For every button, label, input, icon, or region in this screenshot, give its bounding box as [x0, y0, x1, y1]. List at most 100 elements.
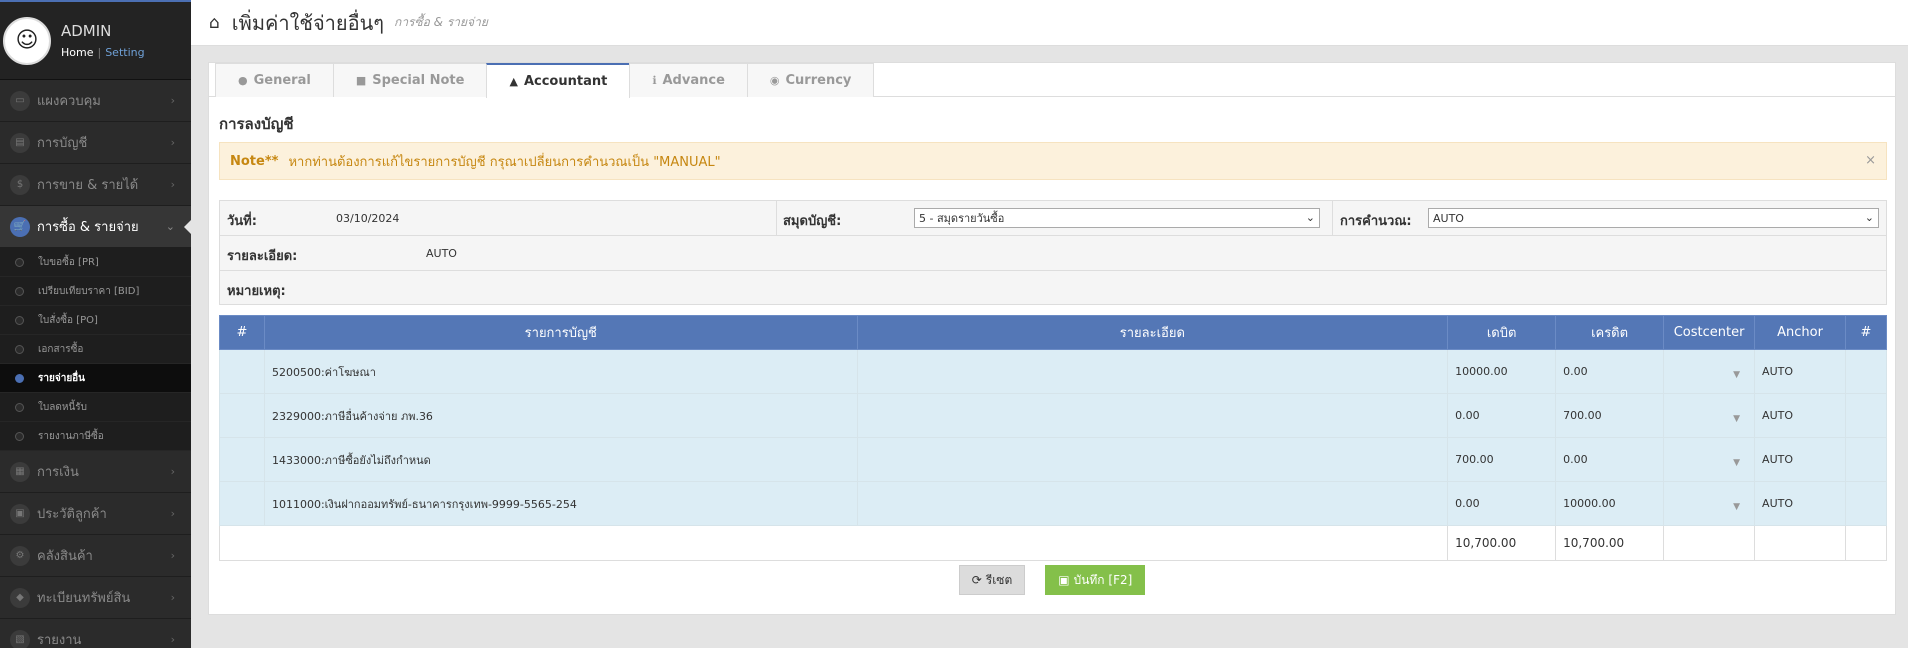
close-icon[interactable]: ×: [1865, 153, 1876, 168]
cell-detail[interactable]: [856, 393, 1449, 438]
form-actions: ⟳ รีเซต ▣ บันทึก [F2]: [209, 565, 1895, 595]
submenu-item-other-expense[interactable]: รายจ่ายอื่น: [0, 364, 191, 393]
calendar-icon: ▦: [10, 461, 30, 482]
calc-label: การคำนวณ:: [1340, 214, 1412, 229]
tab-general[interactable]: ● General: [215, 63, 334, 97]
col-header-account: รายการบัญชี: [263, 315, 858, 350]
submenu-item-pr[interactable]: ใบขอซื้อ [PR]: [0, 248, 191, 277]
cell-costcenter[interactable]: ▼: [1663, 393, 1756, 438]
total-credit: 10,700.00: [1555, 525, 1665, 561]
submenu-item-credit-note[interactable]: ใบลดหนี้รับ: [0, 393, 191, 422]
bullet-icon: [15, 258, 24, 267]
cell-credit[interactable]: 0.00: [1555, 437, 1665, 482]
sidebar-item-customer-history[interactable]: ▣ ประวัติลูกค้า ›: [0, 493, 191, 535]
cell-anchor: AUTO: [1754, 393, 1846, 438]
cell-credit[interactable]: 10000.00: [1555, 481, 1665, 526]
table-row: 1011000:เงินฝากออมทรัพย์-ธนาคารกรุงเทพ-9…: [219, 481, 1887, 526]
tab-accountant[interactable]: ▲ Accountant: [486, 63, 631, 98]
calc-select[interactable]: AUTO ⌄: [1428, 208, 1879, 228]
alert-label: Note**: [230, 153, 279, 169]
avatar[interactable]: ☺: [3, 16, 51, 65]
chevron-right-icon: ›: [170, 591, 175, 604]
tab-label: General: [253, 73, 311, 88]
remark-label: หมายเหตุ:: [227, 284, 286, 299]
monitor-icon: ▭: [10, 90, 30, 111]
tab-label: Special Note: [372, 73, 465, 88]
profile-block: ☺ ADMIN Home | Setting: [0, 2, 191, 80]
home-link[interactable]: Home: [61, 46, 93, 59]
tab-special-note[interactable]: ■ Special Note: [332, 63, 488, 97]
col-header-debit: เดบิต: [1447, 315, 1557, 350]
col-header-credit: เครดิต: [1555, 315, 1665, 350]
home-icon[interactable]: ⌂: [209, 13, 220, 33]
submenu-item-bid[interactable]: เปรียบเทียบราคา [BID]: [0, 277, 191, 306]
sidebar-item-dashboard[interactable]: ▭ แผงควบคุม ›: [0, 80, 191, 122]
tab-advance[interactable]: ℹ Advance: [629, 63, 748, 97]
cell-action: [1845, 481, 1887, 526]
cell-debit[interactable]: 10000.00: [1447, 349, 1557, 394]
sidebar-item-sales[interactable]: $ การขาย & รายได้ ›: [0, 164, 191, 206]
graduation-cap-icon: ▲: [509, 75, 518, 88]
sidebar-item-accounting[interactable]: ▤ การบัญชี ›: [0, 122, 191, 164]
save-button-label: บันทึก [F2]: [1073, 572, 1133, 587]
reset-button[interactable]: ⟳ รีเซต: [958, 565, 1026, 595]
submenu-item-label: รายงานภาษีซื้อ: [38, 430, 104, 442]
detail-field[interactable]: AUTO: [426, 247, 457, 260]
profile-info: ADMIN Home | Setting: [61, 22, 145, 59]
cell-credit[interactable]: 700.00: [1555, 393, 1665, 438]
total-spacer: [218, 525, 1449, 561]
alert-text: หากท่านต้องการแก้ไขรายการบัญชี กรุณาเปลี…: [288, 154, 721, 170]
sidebar-item-finance[interactable]: ▦ การเงิน ›: [0, 451, 191, 493]
sidebar-item-label: รายงาน: [37, 633, 82, 648]
info-icon: ℹ: [652, 74, 657, 87]
date-field[interactable]: 03/10/2024: [336, 212, 399, 225]
cell-costcenter[interactable]: ▼: [1663, 481, 1756, 526]
sidebar-item-inventory[interactable]: ⚙ คลังสินค้า ›: [0, 535, 191, 577]
cell-debit[interactable]: 0.00: [1447, 481, 1557, 526]
total-empty: [1754, 525, 1846, 561]
chevron-down-icon: ⌄: [165, 220, 175, 233]
cell-anchor: AUTO: [1754, 437, 1846, 482]
journal-form: วันที่: 03/10/2024 สมุดบัญชี: 5 - สมุดรา…: [219, 200, 1887, 305]
sidebar-item-assets[interactable]: ◆ ทะเบียนทรัพย์สิน ›: [0, 577, 191, 619]
bullet-icon: [15, 374, 24, 383]
submenu-item-label: เอกสารซื้อ: [38, 343, 84, 355]
dollar-icon: $: [10, 174, 30, 195]
divider: [1332, 201, 1333, 236]
journal-select[interactable]: 5 - สมุดรายวันซื้อ ⌄: [914, 208, 1320, 228]
sidebar-item-purchases[interactable]: 🛒 การซื้อ & รายจ่าย ⌄: [0, 206, 191, 248]
cell-detail[interactable]: [856, 349, 1449, 394]
purchases-submenu: ใบขอซื้อ [PR] เปรียบเทียบราคา [BID] ใบสั…: [0, 248, 191, 451]
cell-credit[interactable]: 0.00: [1555, 349, 1665, 394]
tab-currency[interactable]: ◉ Currency: [746, 63, 875, 97]
save-button[interactable]: ▣ บันทึก [F2]: [1045, 565, 1146, 595]
journal-label: สมุดบัญชี:: [783, 214, 842, 229]
sidebar-item-reports[interactable]: ▧ รายงาน ›: [0, 619, 191, 648]
table-row: 5200500:ค่าโฆษณา 10000.00 0.00 ▼ AUTO: [219, 349, 1887, 394]
chevron-right-icon: ›: [170, 549, 175, 562]
cell-account[interactable]: 5200500:ค่าโฆษณา: [263, 349, 858, 394]
cell-detail[interactable]: [856, 437, 1449, 482]
setting-link[interactable]: Setting: [105, 46, 144, 59]
col-header-detail: รายละเอียด: [856, 315, 1449, 350]
form-row-detail: รายละเอียด: AUTO: [220, 236, 1886, 271]
cell-debit[interactable]: 0.00: [1447, 393, 1557, 438]
cell-account[interactable]: 2329000:ภาษีอื่นค้างจ่าย ภพ.36: [263, 393, 858, 438]
cell-action: [1845, 393, 1887, 438]
submenu-item-purchase-doc[interactable]: เอกสารซื้อ: [0, 335, 191, 364]
cell-debit[interactable]: 700.00: [1447, 437, 1557, 482]
submenu-item-purchase-tax-report[interactable]: รายงานภาษีซื้อ: [0, 422, 191, 451]
submenu-item-po[interactable]: ใบสั่งซื้อ [PO]: [0, 306, 191, 335]
cell-costcenter[interactable]: ▼: [1663, 437, 1756, 482]
active-caret: [184, 220, 191, 234]
user-icon: ●: [238, 74, 248, 87]
cell-costcenter[interactable]: ▼: [1663, 349, 1756, 394]
main-panel: ● General ■ Special Note ▲ Accountant ℹ Adva…: [208, 62, 1896, 615]
cell-account[interactable]: 1011000:เงินฝากออมทรัพย์-ธนาคารกรุงเทพ-9…: [263, 481, 858, 526]
chevron-right-icon: ›: [170, 94, 175, 107]
globe-icon: ◉: [769, 74, 780, 87]
submenu-item-label: ใบสั่งซื้อ [PO]: [38, 314, 98, 326]
cell-account[interactable]: 1433000:ภาษีซื้อยังไม่ถึงกำหนด: [263, 437, 858, 482]
col-header-index: #: [219, 315, 265, 350]
cell-detail[interactable]: [856, 481, 1449, 526]
